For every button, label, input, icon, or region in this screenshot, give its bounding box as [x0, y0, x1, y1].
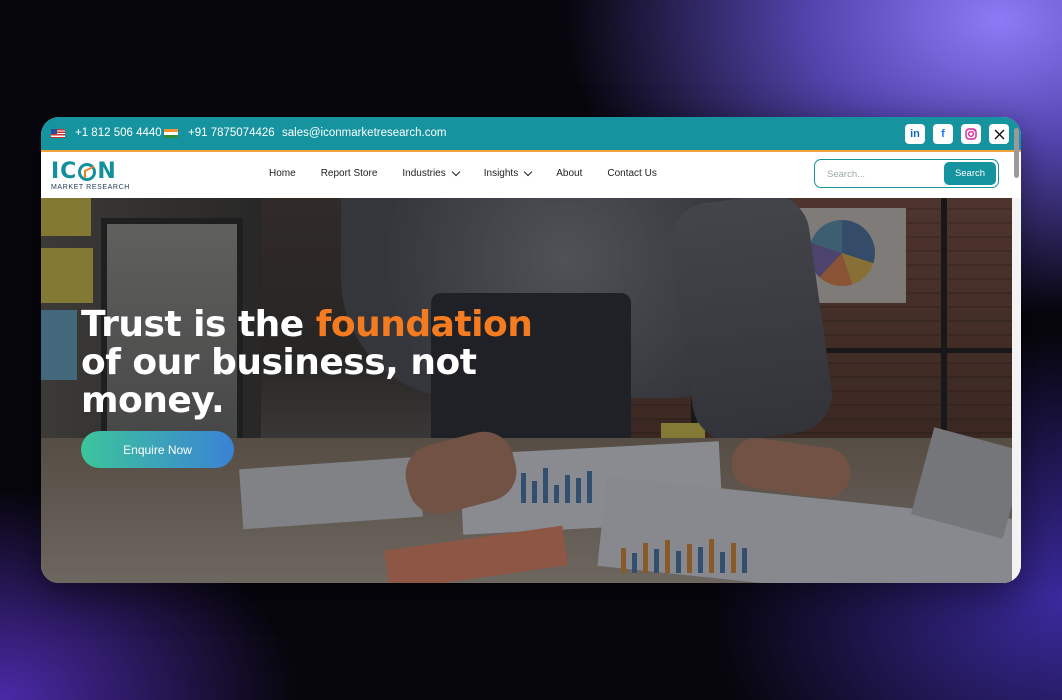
nav-item-label: Insights — [483, 168, 519, 179]
nav-item-report-store[interactable]: Report Store — [321, 168, 378, 179]
in-phone-contact[interactable]: +91 7875074426 — [164, 127, 275, 139]
search-box: Search — [814, 159, 999, 188]
search-button[interactable]: Search — [944, 162, 996, 185]
logo-word-end: N — [97, 159, 117, 184]
in-phone-number[interactable]: +91 7875074426 — [188, 127, 275, 139]
india-flag-icon — [164, 128, 178, 138]
logo-word-start: IC — [51, 159, 78, 184]
nav-item-industries[interactable]: Industries — [402, 167, 460, 179]
nav-item-label: Contact Us — [607, 168, 657, 179]
chevron-down-icon — [523, 167, 533, 177]
us-phone-number[interactable]: +1 812 506 4440 — [75, 127, 162, 139]
headline-line2: of our business, not — [81, 342, 477, 383]
scrollbar-thumb[interactable] — [1014, 128, 1019, 178]
nav-item-about[interactable]: About — [556, 168, 582, 179]
linkedin-icon[interactable]: in — [905, 124, 925, 144]
nav-item-label: About — [556, 168, 583, 179]
social-links: in f — [905, 124, 1009, 144]
search-input[interactable] — [825, 165, 944, 183]
nav-item-label: Industries — [402, 168, 446, 179]
nav-item-home[interactable]: Home — [269, 168, 296, 179]
us-flag-icon — [51, 128, 65, 138]
hero-headline: Trust is the foundation of our business,… — [81, 306, 551, 420]
nav-menu: Home Report Store Industries Insights Ab… — [269, 167, 682, 179]
browser-frame: +1 812 506 4440 +91 7875074426 sales@ico… — [41, 117, 1021, 583]
us-phone-contact[interactable]: +1 812 506 4440 — [51, 127, 162, 139]
enquire-now-button[interactable]: Enquire Now — [81, 431, 234, 468]
nav-item-label: Report Store — [320, 168, 378, 179]
hero-banner: Trust is the foundation of our business,… — [41, 198, 1012, 583]
nav-item-label: Home — [269, 168, 296, 179]
nav-item-contact-us[interactable]: Contact Us — [607, 168, 656, 179]
headline-accent-word: foundation — [315, 304, 533, 345]
logo-subtitle: MARKET RESEARCH — [51, 184, 130, 191]
top-contact-bar: +1 812 506 4440 +91 7875074426 sales@ico… — [41, 117, 1021, 152]
x-icon[interactable] — [989, 124, 1009, 144]
nav-item-insights[interactable]: Insights — [483, 167, 533, 179]
site-logo[interactable]: IC N MARKET RESEARCH — [51, 161, 131, 193]
email-address[interactable]: sales@iconmarketresearch.com — [282, 127, 446, 139]
instagram-icon[interactable] — [961, 124, 981, 144]
main-navigation: IC N MARKET RESEARCH Home Report Store In… — [41, 152, 1021, 198]
chevron-down-icon — [451, 167, 460, 177]
logo-chart-icon — [78, 163, 97, 181]
page-scrollbar[interactable] — [1012, 128, 1021, 583]
facebook-icon[interactable]: f — [933, 124, 953, 144]
email-contact[interactable]: sales@iconmarketresearch.com — [282, 127, 446, 139]
headline-line1-start: Trust is the — [81, 304, 316, 345]
headline-line3: money. — [81, 380, 225, 421]
